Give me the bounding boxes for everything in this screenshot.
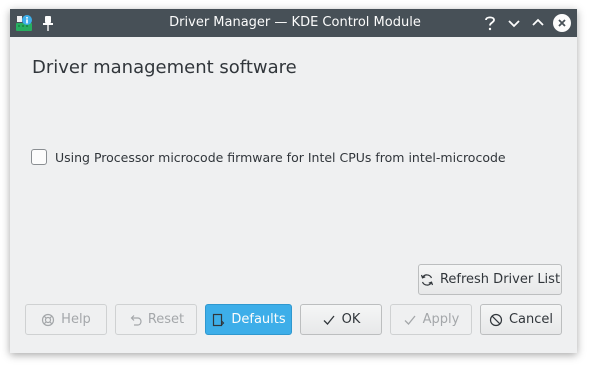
title-bar[interactable]: Driver Manager — KDE Control Module xyxy=(10,9,577,37)
checkmark-icon xyxy=(323,315,335,325)
cancel-button[interactable]: Cancel xyxy=(480,304,562,335)
help-button[interactable]: Help xyxy=(25,304,107,335)
cancel-button-label: Cancel xyxy=(508,312,554,327)
app-icon[interactable] xyxy=(15,14,33,32)
refresh-button-label: Refresh Driver List xyxy=(439,272,561,287)
apply-button[interactable]: Apply xyxy=(390,304,472,335)
minimize-icon[interactable] xyxy=(504,13,524,33)
help-icon[interactable] xyxy=(480,13,500,33)
close-icon[interactable] xyxy=(552,13,572,33)
defaults-button-label: Defaults xyxy=(231,312,286,327)
refresh-driver-list-button[interactable]: Refresh Driver List xyxy=(418,264,562,295)
driver-checkbox[interactable] xyxy=(31,149,47,165)
help-lifebuoy-icon xyxy=(42,313,55,326)
dialog-window: Driver Manager — KDE Control Module Driv… xyxy=(10,9,577,353)
apply-button-label: Apply xyxy=(422,312,460,327)
reset-button[interactable]: Reset xyxy=(115,304,197,335)
document-defaults-icon xyxy=(213,313,225,326)
reset-button-label: Reset xyxy=(147,312,185,327)
page-title: Driver management software xyxy=(32,57,297,78)
help-button-label: Help xyxy=(61,312,91,327)
driver-option[interactable]: Using Processor microcode firmware for I… xyxy=(31,148,506,166)
driver-option-label[interactable]: Using Processor microcode firmware for I… xyxy=(55,150,506,165)
ok-button-label: OK xyxy=(341,312,361,327)
cancel-icon xyxy=(489,313,503,326)
maximize-icon[interactable] xyxy=(528,13,548,33)
refresh-icon xyxy=(420,273,434,286)
window-title: Driver Manager — KDE Control Module xyxy=(169,15,421,30)
pin-icon[interactable] xyxy=(40,14,56,32)
undo-icon xyxy=(130,314,142,326)
apply-checkmark-icon xyxy=(404,315,416,325)
ok-button[interactable]: OK xyxy=(300,304,382,335)
defaults-button[interactable]: Defaults xyxy=(205,304,292,335)
